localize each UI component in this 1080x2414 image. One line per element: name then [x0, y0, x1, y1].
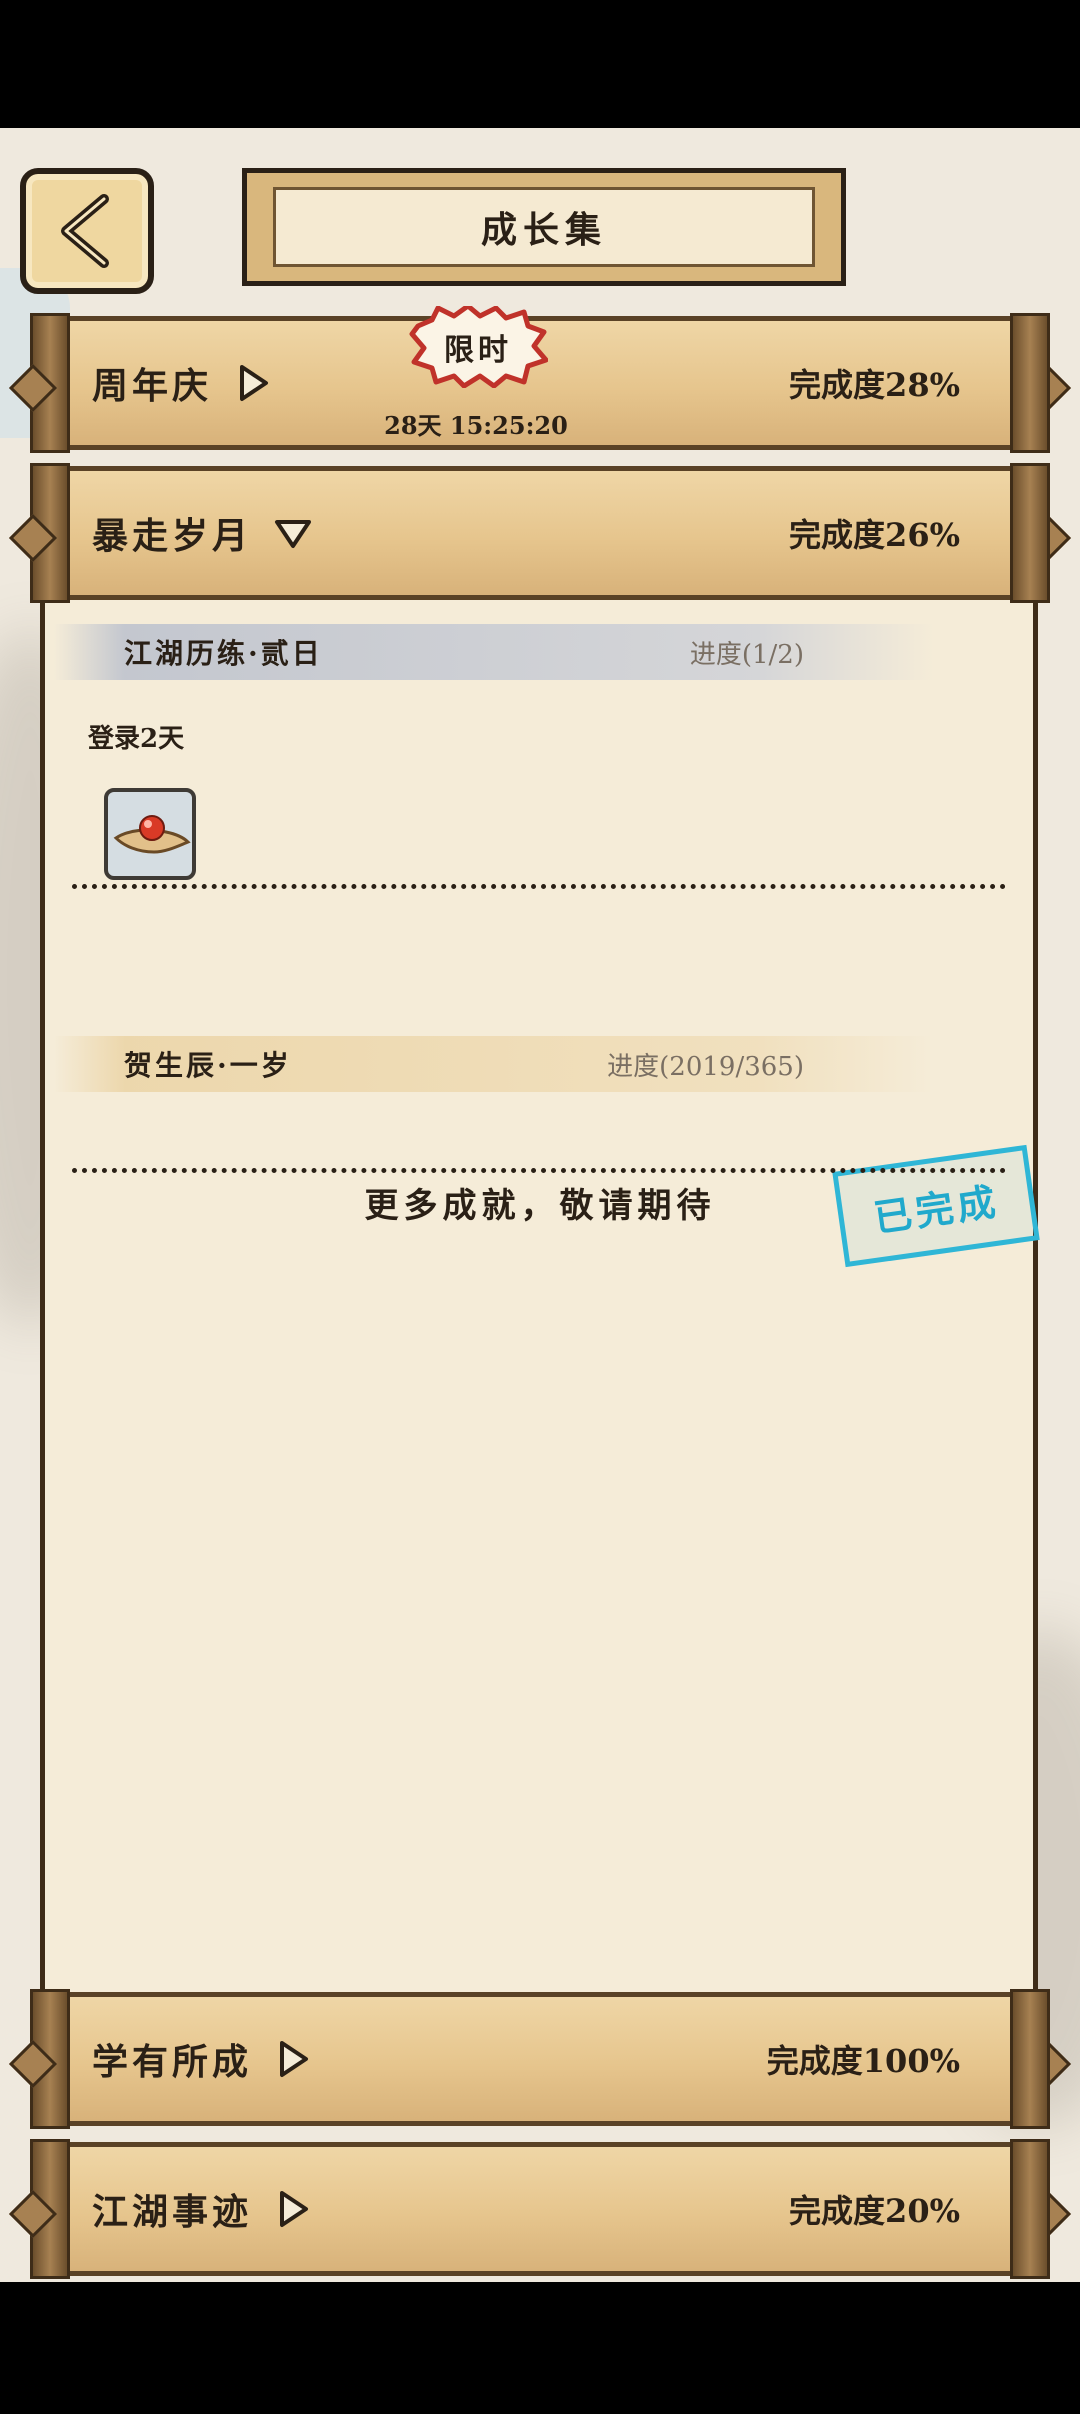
bar-knob-right — [1022, 363, 1072, 413]
task-title: 江湖历练·贰日 — [124, 637, 323, 670]
task-header[interactable]: 江湖历练·贰日 进度(1/2) — [54, 624, 934, 680]
countdown-timer: 28天 15:25:20 — [384, 411, 568, 440]
reward-item[interactable] — [104, 788, 196, 880]
limited-time-label: 限时 — [444, 333, 512, 368]
category-name: 江湖事迹 — [92, 2147, 312, 2271]
category-label: 周年庆 — [92, 365, 213, 407]
bar-knob-right — [1022, 513, 1072, 563]
back-button[interactable] — [20, 168, 154, 294]
task-progress: 进度(1/2) — [689, 639, 804, 670]
divider-dotted — [72, 1168, 1006, 1173]
task-title: 贺生辰·一岁 — [124, 1049, 292, 1082]
category-name: 周年庆 — [92, 321, 272, 445]
back-arrow-icon — [61, 194, 109, 268]
divider-dotted — [72, 884, 1006, 889]
page-title: 成长集 — [273, 187, 815, 267]
category-progress: 完成度20% — [789, 2192, 960, 2230]
category-name: 暴走岁月 — [92, 471, 312, 595]
bar-knob-right — [1022, 2189, 1072, 2239]
category-label: 暴走岁月 — [92, 515, 253, 557]
category-bar-rampage-years[interactable]: 暴走岁月 完成度26% — [8, 463, 1072, 603]
category-name: 学有所成 — [92, 1997, 312, 2121]
category-label: 江湖事迹 — [92, 2191, 253, 2233]
game-screen: 成长集 周年庆 完成度28% 限时 28天 15:25:20 暴走岁月 完成度2… — [0, 128, 1080, 2282]
task-progress: 进度(2019/365) — [607, 1051, 804, 1082]
expand-right-icon — [280, 2041, 309, 2077]
bar-knob-left — [8, 513, 58, 563]
category-bar-jianghu-deeds[interactable]: 江湖事迹 完成度20% — [8, 2139, 1072, 2279]
expand-right-icon — [280, 2191, 309, 2227]
expand-down-icon — [275, 520, 312, 548]
category-progress: 完成度28% — [789, 366, 960, 404]
category-bar-learning[interactable]: 学有所成 完成度100% — [8, 1989, 1072, 2129]
task-header[interactable]: 贺生辰·一岁 进度(2019/365) — [54, 1036, 934, 1092]
category-progress: 完成度26% — [789, 516, 960, 554]
red-orb-on-cloth-icon — [113, 815, 191, 854]
bar-knob-left — [8, 2039, 58, 2089]
category-progress: 完成度100% — [766, 2042, 960, 2080]
bar-knob-left — [8, 2189, 58, 2239]
expand-right-icon — [240, 365, 269, 401]
category-label: 学有所成 — [92, 2041, 253, 2083]
task-description: 登录2天 — [88, 724, 185, 754]
limited-time-badge: 限时 — [408, 303, 549, 389]
title-plaque: 成长集 — [242, 168, 846, 286]
